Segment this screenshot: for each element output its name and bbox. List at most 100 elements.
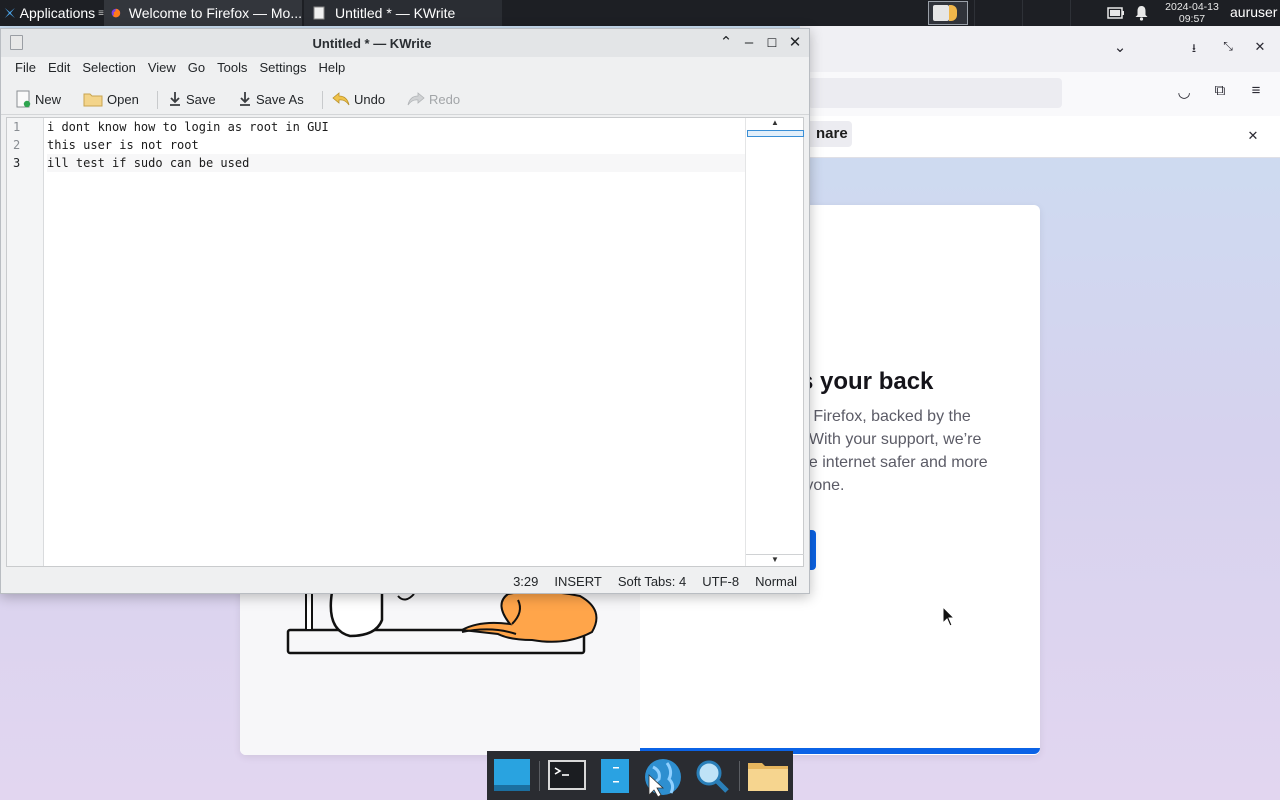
new-button[interactable]: New bbox=[15, 87, 61, 111]
terminal-icon[interactable] bbox=[547, 757, 587, 795]
text-line[interactable]: i dont know how to login as root in GUI bbox=[47, 118, 745, 136]
firefox-tab-bar: ⌄ ⭳ ⤡ ✕ bbox=[800, 26, 1280, 72]
folder-open-icon bbox=[83, 93, 103, 107]
highlight-mode[interactable]: Normal bbox=[755, 574, 797, 589]
redo-icon bbox=[407, 92, 425, 106]
firefox-icon bbox=[111, 8, 121, 18]
taskbar-item-label: Welcome to Firefox — Mo... bbox=[128, 5, 302, 21]
minimap-viewport-thumb[interactable] bbox=[747, 130, 804, 137]
menu-tools[interactable]: Tools bbox=[211, 57, 253, 81]
dock-separator bbox=[739, 761, 740, 791]
redo-button-label: Redo bbox=[429, 91, 461, 107]
scrollbar-minimap[interactable]: ▲ ▼ bbox=[745, 118, 804, 566]
save-as-button[interactable]: Save As bbox=[238, 87, 304, 111]
taskbar-item-label: Untitled * — KWrite bbox=[335, 5, 456, 21]
input-mode[interactable]: INSERT bbox=[554, 574, 601, 589]
share-button-label: nare bbox=[816, 125, 848, 142]
top-panel: Applications ≡ Welcome to Firefox — Mo..… bbox=[0, 0, 1280, 26]
menu-settings[interactable]: Settings bbox=[254, 57, 313, 81]
dock bbox=[487, 751, 793, 800]
show-desktop-icon[interactable] bbox=[492, 757, 532, 795]
minimize-icon[interactable]: ⭳ bbox=[1184, 39, 1204, 60]
scroll-up-arrow-icon[interactable]: ▲ bbox=[746, 118, 804, 130]
web-browser-icon[interactable] bbox=[641, 757, 681, 798]
welcome-body-line: . With your support, we’re bbox=[800, 431, 982, 448]
new-document-icon bbox=[16, 90, 31, 108]
pager-window-preview bbox=[949, 5, 957, 21]
redo-button[interactable]: Redo bbox=[407, 87, 460, 111]
save-button[interactable]: Save bbox=[168, 87, 216, 111]
toolbar-separator bbox=[322, 91, 323, 109]
menu-help[interactable]: Help bbox=[312, 57, 351, 81]
main-toolbar: New Open Save Save As Undo Redo bbox=[1, 83, 809, 115]
menu-selection[interactable]: Selection bbox=[76, 57, 141, 81]
close-icon[interactable]: ✕ bbox=[1250, 39, 1270, 55]
fox-illustration bbox=[286, 590, 598, 655]
menu-view[interactable]: View bbox=[142, 57, 182, 81]
share-button[interactable]: nare bbox=[806, 121, 852, 147]
clock-date: 2024-04-13 bbox=[1165, 1, 1219, 13]
toolbar-separator bbox=[157, 91, 158, 109]
search-icon[interactable] bbox=[692, 757, 732, 795]
save-button-label: Save bbox=[186, 91, 216, 107]
welcome-body-line: he internet safer and more bbox=[800, 454, 988, 471]
close-notification-icon[interactable]: ✕ bbox=[1243, 128, 1263, 144]
indentation-setting[interactable]: Soft Tabs: 4 bbox=[618, 574, 686, 589]
new-button-label: New bbox=[35, 91, 62, 107]
editor-area[interactable]: 1 2 3 i dont know how to login as root i… bbox=[6, 117, 804, 567]
menu-go[interactable]: Go bbox=[182, 57, 211, 81]
extensions-icon[interactable]: ⧉ bbox=[1210, 82, 1230, 99]
home-folder-icon[interactable] bbox=[746, 757, 788, 795]
restore-icon[interactable]: ⤡ bbox=[1218, 39, 1238, 54]
battery-icon[interactable] bbox=[1107, 7, 1125, 19]
open-button[interactable]: Open bbox=[83, 87, 139, 111]
menu-icon[interactable]: ≡ bbox=[1246, 82, 1266, 99]
encoding-setting[interactable]: UTF-8 bbox=[702, 574, 739, 589]
maximize-icon[interactable]: ☐ bbox=[762, 33, 782, 53]
tray-separator bbox=[1070, 0, 1071, 26]
menu-file[interactable]: File bbox=[9, 57, 42, 81]
undo-icon bbox=[332, 92, 350, 106]
address-bar[interactable] bbox=[808, 78, 1062, 108]
pager-window-preview bbox=[933, 5, 949, 21]
cursor-position[interactable]: 3:29 bbox=[513, 574, 538, 589]
notification-bell-icon[interactable] bbox=[1134, 5, 1149, 21]
welcome-body: g Firefox, backed by the . With your sup… bbox=[800, 405, 1010, 497]
pocket-icon[interactable]: ◡ bbox=[1174, 83, 1194, 101]
text-content[interactable]: i dont know how to login as root in GUI … bbox=[47, 118, 745, 566]
keep-above-icon[interactable]: ⌃ bbox=[716, 33, 736, 53]
menu-edit[interactable]: Edit bbox=[42, 57, 76, 81]
tray-separator bbox=[1022, 0, 1023, 26]
welcome-title: s your back bbox=[800, 368, 934, 395]
list-all-tabs-icon[interactable]: ⌄ bbox=[1110, 38, 1130, 56]
close-icon[interactable]: ✕ bbox=[785, 33, 805, 53]
save-as-button-label: Save As bbox=[256, 91, 304, 107]
taskbar-item-kwrite[interactable]: Untitled * — KWrite bbox=[304, 0, 502, 26]
applications-label: Applications bbox=[19, 5, 96, 21]
clock[interactable]: 2024-04-13 09:57 bbox=[1160, 1, 1224, 25]
welcome-body-line: g Firefox, backed by the bbox=[800, 408, 971, 425]
minimize-icon[interactable]: – bbox=[739, 33, 759, 53]
file-manager-icon[interactable] bbox=[595, 757, 635, 795]
save-as-icon bbox=[240, 92, 250, 106]
workspace-pager[interactable] bbox=[928, 1, 968, 25]
applications-icon bbox=[4, 7, 15, 19]
text-line-current[interactable]: ill test if sudo can be used bbox=[47, 154, 745, 172]
text-line[interactable]: this user is not root bbox=[47, 136, 745, 154]
dock-separator bbox=[539, 761, 540, 791]
clock-time: 09:57 bbox=[1178, 13, 1206, 25]
open-button-label: Open bbox=[107, 91, 139, 107]
line-number: 1 bbox=[13, 120, 21, 134]
user-menu[interactable]: auruser bbox=[1230, 4, 1277, 20]
kwrite-window: Untitled * — KWrite ⌃ – ☐ ✕ File Edit Se… bbox=[0, 28, 810, 594]
line-number-gutter: 1 2 3 bbox=[7, 118, 44, 566]
taskbar-item-firefox[interactable]: Welcome to Firefox — Mo... bbox=[104, 0, 302, 26]
window-titlebar[interactable]: Untitled * — KWrite ⌃ – ☐ ✕ bbox=[1, 29, 809, 57]
status-bar: 3:29 INSERT Soft Tabs: 4 UTF-8 Normal bbox=[1, 569, 809, 593]
undo-button-label: Undo bbox=[354, 91, 386, 107]
applications-menu-button[interactable]: Applications ≡ bbox=[0, 0, 104, 26]
window-title: Untitled * — KWrite bbox=[312, 36, 432, 51]
welcome-body-line: ryone. bbox=[800, 477, 845, 494]
scroll-down-arrow-icon[interactable]: ▼ bbox=[746, 554, 804, 566]
undo-button[interactable]: Undo bbox=[332, 87, 385, 111]
